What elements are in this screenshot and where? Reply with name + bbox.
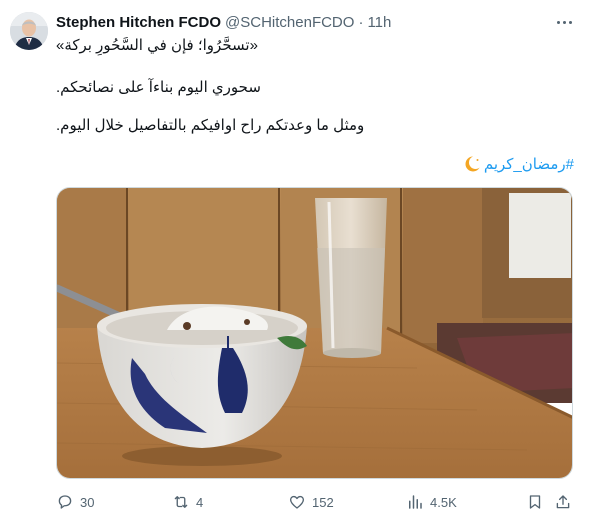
heart-icon <box>289 495 305 509</box>
views-chart-icon <box>409 495 422 509</box>
tweet-timestamp[interactable]: 11h <box>367 14 391 31</box>
author-handle[interactable]: @SCHitchenFCDO <box>225 14 354 31</box>
more-dot-icon <box>556 20 560 24</box>
bookmark-icon <box>529 495 541 509</box>
tweet-header: Stephen Hitchen FCDO @SCHitchenFCDO · 11… <box>56 12 560 32</box>
avatar-photo <box>10 12 48 50</box>
avatar[interactable] <box>10 12 48 50</box>
like-button[interactable]: 152 <box>288 490 334 514</box>
author-name[interactable]: Stephen Hitchen FCDO <box>56 14 221 31</box>
views-count: 4.5K <box>430 494 457 510</box>
tweet-actions: 30 4 152 4.5K <box>56 490 573 514</box>
bookmark-button[interactable] <box>526 490 544 514</box>
tweet-text-line: سحوري اليوم بناءآ على نصائحكم. <box>56 79 261 96</box>
tweet-text-line: «تسحَّرُوا؛ فإن في السَّحُورِ بركة» <box>56 37 258 54</box>
tweet-text-line: ومثل ما وعدتكم راح اوافيكم بالتفاصيل خلا… <box>56 117 365 134</box>
reply-count: 30 <box>80 494 95 510</box>
repost-icon <box>174 496 188 508</box>
share-button[interactable] <box>554 490 572 514</box>
repost-button[interactable]: 4 <box>172 490 203 514</box>
reply-icon <box>58 495 72 509</box>
more-dot-icon <box>568 20 572 24</box>
separator-dot: · <box>358 13 364 31</box>
hashtag-row: #رمضان_كريم <box>464 155 574 173</box>
crescent-moon-icon <box>465 156 481 172</box>
views-button[interactable]: 4.5K <box>406 490 457 514</box>
tweet[interactable]: Stephen Hitchen FCDO @SCHitchenFCDO · 11… <box>0 0 590 522</box>
reply-button[interactable]: 30 <box>56 490 94 514</box>
more-options-button[interactable] <box>554 14 574 30</box>
share-icon <box>556 495 570 509</box>
like-count: 152 <box>312 494 334 510</box>
tweet-photo[interactable] <box>56 187 573 479</box>
hashtag-link[interactable]: #رمضان_كريم <box>484 155 574 173</box>
more-dot-icon <box>562 20 566 24</box>
photo-bowl-and-glass <box>57 188 572 478</box>
repost-count: 4 <box>196 494 204 510</box>
